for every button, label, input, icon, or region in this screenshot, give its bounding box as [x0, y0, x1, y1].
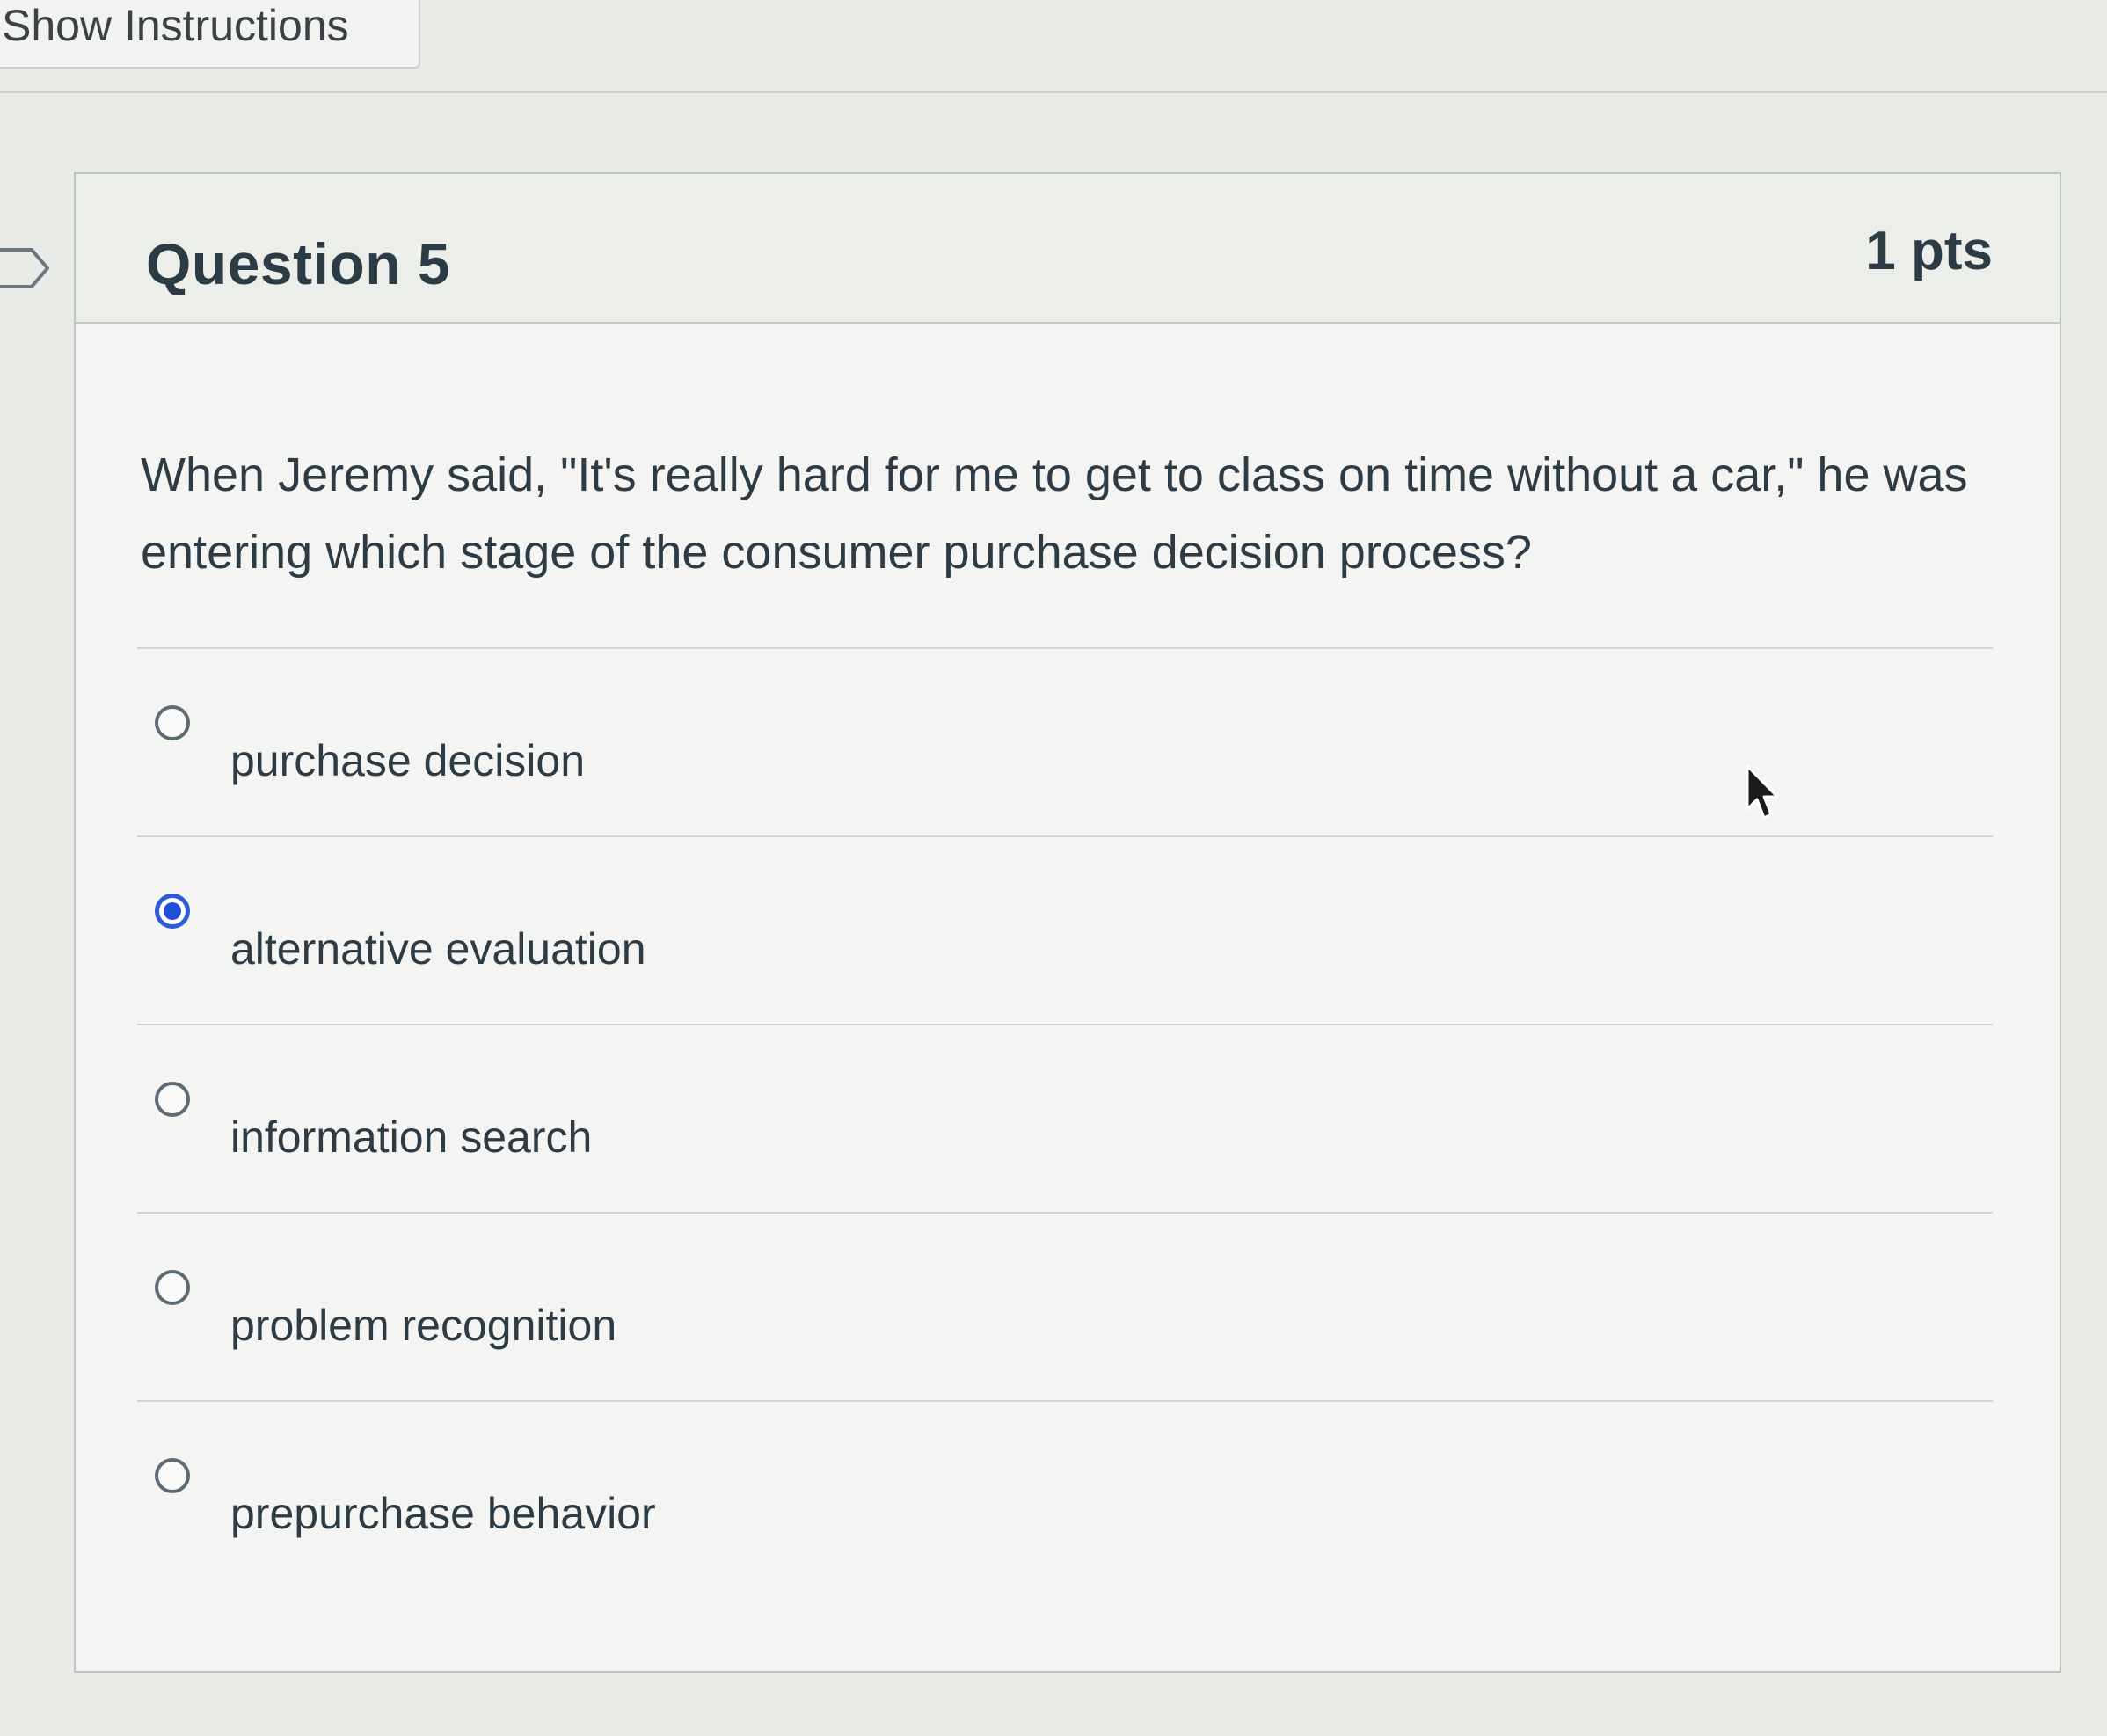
answer-option-purchase-decision[interactable]: purchase decision — [137, 649, 1993, 835]
question-header: Question 5 1 pts — [76, 174, 2060, 324]
answer-option-problem-recognition[interactable]: problem recognition — [137, 1214, 1993, 1400]
radio-button-selected[interactable] — [155, 894, 190, 929]
radio-button[interactable] — [155, 1458, 190, 1493]
question-title: Question 5 — [146, 231, 451, 296]
show-instructions-button[interactable]: Show Instructions — [0, 0, 420, 69]
flag-question-icon[interactable] — [0, 244, 55, 292]
answer-label: prepurchase behavior — [230, 1489, 656, 1538]
radio-button[interactable] — [155, 1270, 190, 1305]
question-card: Question 5 1 pts When Jeremy said, "It's… — [74, 172, 2061, 1673]
answer-label: purchase decision — [230, 736, 586, 785]
answer-option-information-search[interactable]: information search — [137, 1025, 1993, 1212]
answer-option-alternative-evaluation[interactable]: alternative evaluation — [137, 837, 1993, 1024]
show-instructions-label: Show Instructions — [2, 1, 349, 50]
question-points: 1 pts — [1865, 221, 1993, 281]
mouse-cursor-icon — [1746, 764, 1779, 820]
radio-button[interactable] — [155, 1082, 190, 1117]
answer-list: purchase decision alternative evaluation… — [137, 647, 1993, 1588]
radio-button[interactable] — [155, 705, 190, 740]
answer-label: alternative evaluation — [230, 924, 646, 974]
top-divider — [0, 91, 2107, 93]
answer-label: information search — [230, 1112, 593, 1162]
answer-option-prepurchase-behavior[interactable]: prepurchase behavior — [137, 1402, 1993, 1588]
answer-label: problem recognition — [230, 1301, 617, 1350]
question-text: When Jeremy said, "It's really hard for … — [141, 449, 1968, 579]
